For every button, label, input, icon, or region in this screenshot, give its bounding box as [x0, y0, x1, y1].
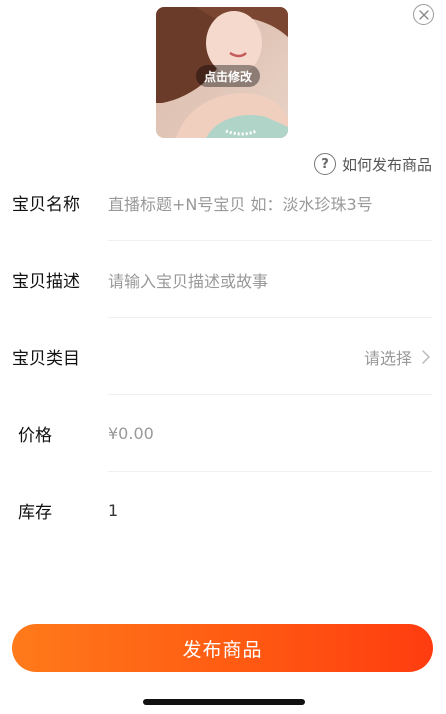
publish-button[interactable]: 发布商品 — [12, 624, 433, 672]
name-row[interactable]: 宝贝名称 直播标题+N号宝贝 如：淡水珍珠3号 — [0, 164, 446, 241]
price-label: 价格 — [18, 426, 52, 446]
category-row[interactable]: 宝贝类目 请选择 — [0, 318, 446, 395]
edit-cover-label[interactable]: 点击修改 — [196, 65, 260, 87]
stock-label: 库存 — [18, 503, 52, 523]
category-select-text: 请选择 — [363, 348, 412, 368]
description-input[interactable]: 请输入宝贝描述或故事 — [108, 268, 268, 292]
close-icon[interactable] — [413, 4, 434, 25]
price-row[interactable]: 价格 ¥0.00 — [0, 395, 446, 472]
description-label: 宝贝描述 — [12, 272, 80, 292]
home-indicator — [143, 699, 305, 705]
cover-photo[interactable]: 点击修改 — [156, 7, 288, 138]
category-label: 宝贝类目 — [12, 349, 80, 369]
price-input[interactable]: ¥0.00 — [108, 424, 154, 443]
category-select[interactable]: 请选择 — [364, 345, 430, 369]
stock-input[interactable]: 1 — [108, 501, 118, 520]
name-label: 宝贝名称 — [12, 195, 80, 215]
name-input[interactable]: 直播标题+N号宝贝 如：淡水珍珠3号 — [108, 191, 373, 215]
description-row[interactable]: 宝贝描述 请输入宝贝描述或故事 — [0, 241, 446, 318]
chevron-right-icon — [422, 349, 430, 364]
publish-product-page: 点击修改 ? 如何发布商品 宝贝名称 直播标题+N号宝贝 如：淡水珍珠3号 宝贝… — [0, 0, 446, 714]
stock-row[interactable]: 库存 1 — [0, 472, 446, 549]
